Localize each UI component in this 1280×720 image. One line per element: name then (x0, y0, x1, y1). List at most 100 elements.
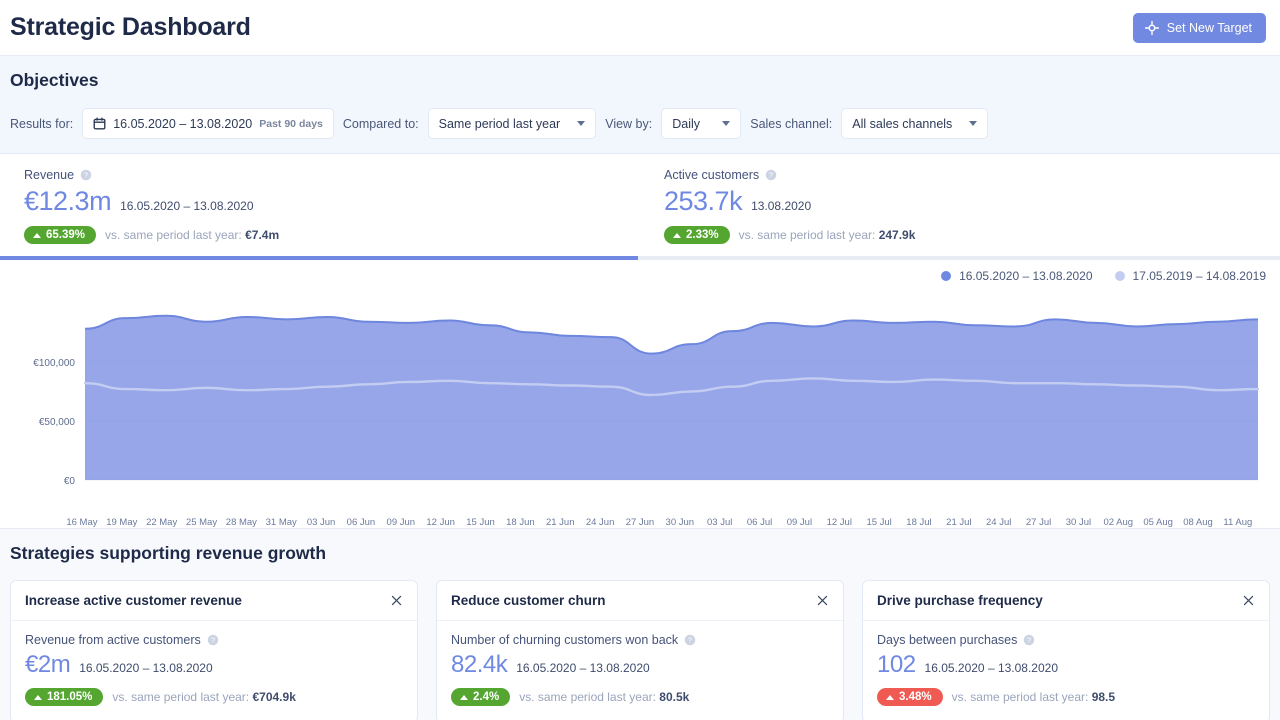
chart-x-axis: 16 May 19 May 22 May 25 May 28 May 31 May 03 J… (0, 515, 1280, 528)
kpi-header: Revenue ? (24, 168, 640, 182)
legend-swatch (1114, 271, 1125, 281)
set-new-target-button[interactable]: Set New Target (1132, 12, 1266, 43)
strategy-card-header: Drive purchase frequency (863, 581, 1269, 621)
kpi-comparison-value: €7.4m (245, 228, 280, 242)
x-axis-tick: 03 Jun (306, 517, 336, 528)
help-icon[interactable]: ? (207, 634, 219, 646)
strategy-card-body: Number of churning customers won back ? … (437, 621, 843, 720)
svg-text:€100,000: €100,000 (33, 358, 75, 369)
metric-comparison-value: 98.5 (1091, 690, 1116, 704)
help-icon[interactable]: ? (684, 634, 696, 646)
strategy-cards: Increase active customer revenue Revenue… (10, 580, 1270, 720)
x-axis-tick: 05 Aug (1143, 517, 1173, 528)
legend-item-current[interactable]: 16.05.2020 – 13.08.2020 (941, 269, 1093, 283)
svg-text:?: ? (84, 172, 88, 180)
chevron-down-icon (722, 121, 731, 126)
x-axis-tick: 11 Aug (1223, 517, 1253, 528)
metric-delta: 2.4% (473, 691, 500, 703)
date-range-picker[interactable]: 16.05.2020 – 13.08.2020 Past 90 days (82, 108, 334, 139)
strategy-card: Drive purchase frequency Days between pu… (862, 580, 1270, 720)
strategy-card-header: Increase active customer revenue (11, 581, 417, 621)
kpi-comparison: 65.39% vs. same period last year: €7.4m (24, 226, 640, 244)
x-axis-tick: 18 Jun (506, 517, 535, 528)
sales-channel-label: Sales channel: (750, 116, 833, 131)
metric-name: Revenue from active customers (25, 633, 201, 647)
metric-value: €2m (25, 651, 71, 678)
kpi-value: €12.3m (24, 186, 112, 216)
legend-swatch (941, 271, 952, 281)
calendar-icon (93, 117, 106, 130)
svg-text:?: ? (769, 172, 773, 180)
kpi-delta: 2.33% (686, 229, 719, 241)
x-axis-tick: 21 Jun (545, 517, 575, 528)
kpi-header: Active customers ? (664, 168, 1280, 182)
x-axis-tick: 22 May (146, 517, 178, 528)
chevron-down-icon (969, 121, 978, 126)
x-axis-tick: 30 Jun (665, 517, 695, 528)
x-axis-tick: 12 Jul (826, 517, 852, 528)
page-title: Strategic Dashboard (10, 13, 251, 41)
metric-comparison-prefix: vs. same period last year: (519, 690, 656, 704)
x-axis-tick: 12 Jun (426, 517, 455, 528)
help-icon[interactable]: ? (1023, 634, 1035, 646)
strategy-card-header: Reduce customer churn (437, 581, 843, 621)
compared-to-value: Same period last year (438, 116, 561, 131)
kpi-value: 253.7k (664, 186, 743, 216)
metric-comparison: 3.48% vs. same period last year: 98.5 (877, 688, 1255, 706)
metric-comparison-prefix: vs. same period last year: (112, 690, 250, 704)
strategies-section: Strategies supporting revenue growth Inc… (0, 528, 1280, 720)
revenue-area-chart: €0 €50,000 €100,000 (0, 283, 1280, 515)
x-axis-tick: 03 Jul (707, 517, 733, 528)
kpi-tabs: Revenue ? €12.3m 16.05.2020 – 13.08.2020… (0, 154, 1280, 256)
top-bar: Strategic Dashboard Set New Target (0, 0, 1280, 56)
x-axis-tick: 08 Aug (1183, 517, 1213, 528)
close-icon[interactable] (816, 594, 829, 607)
compared-to-select[interactable]: Same period last year (427, 108, 597, 139)
x-axis-tick: 09 Jun (386, 517, 416, 528)
metric-range: 16.05.2020 – 13.08.2020 (924, 661, 1059, 675)
status-badge: 3.48% (877, 688, 943, 706)
help-icon[interactable]: ? (80, 169, 92, 181)
kpi-comparison-text: vs. same period last year: €7.4m (105, 228, 279, 242)
x-axis-tick: 06 Jun (346, 517, 376, 528)
x-axis-tick: 06 Jul (746, 517, 773, 528)
status-badge: 2.4% (451, 688, 511, 706)
kpi-comparison-prefix: vs. same period last year: (105, 228, 242, 242)
metric-delta: 181.05% (47, 691, 93, 703)
legend-item-previous[interactable]: 17.05.2019 – 14.08.2019 (1114, 269, 1266, 283)
kpi-tab-revenue[interactable]: Revenue ? €12.3m 16.05.2020 – 13.08.2020… (0, 154, 640, 256)
x-axis-tick: 24 Jul (986, 517, 1012, 528)
x-axis-tick: 28 May (225, 517, 257, 528)
results-for-label: Results for: (10, 116, 74, 131)
strategy-card-body: Revenue from active customers ? €2m 16.0… (11, 621, 417, 720)
metric-comparison-text: vs. same period last year: €704.9k (112, 690, 295, 704)
close-icon[interactable] (1242, 594, 1255, 607)
x-axis-tick: 30 Jul (1065, 517, 1092, 528)
metric-value-row: 102 16.05.2020 – 13.08.2020 (877, 651, 1255, 679)
sales-channel-select[interactable]: All sales channels (841, 108, 989, 139)
target-icon (1144, 20, 1159, 35)
view-by-select[interactable]: Daily (661, 108, 742, 139)
strategy-card-body: Days between purchases ? 102 16.05.2020 … (863, 621, 1269, 720)
strategies-title: Strategies supporting revenue growth (10, 543, 327, 563)
kpi-comparison-prefix: vs. same period last year: (738, 228, 876, 242)
metric-value: 82.4k (451, 651, 508, 678)
help-icon[interactable]: ? (765, 169, 777, 181)
compared-to-label: Compared to: (342, 116, 419, 131)
x-axis-tick: 21 Jul (946, 517, 972, 528)
kpi-comparison: 2.33% vs. same period last year: 247.9k (664, 226, 1280, 244)
status-badge: 65.39% (24, 226, 97, 244)
arrow-up-icon (673, 232, 681, 238)
kpi-comparison-value: 247.9k (878, 228, 916, 242)
metric-range: 16.05.2020 – 13.08.2020 (516, 661, 650, 675)
arrow-up-icon (886, 694, 894, 700)
arrow-up-icon (460, 694, 468, 700)
arrow-up-icon (34, 694, 42, 700)
kpi-range: 13.08.2020 (751, 199, 812, 213)
metric-header: Days between purchases ? (877, 633, 1255, 647)
metric-comparison-prefix: vs. same period last year: (951, 690, 1089, 704)
x-axis-tick: 31 May (265, 517, 297, 528)
x-axis-tick: 02 Aug (1103, 517, 1134, 528)
kpi-tab-active-customers[interactable]: Active customers ? 253.7k 13.08.2020 2.3… (640, 154, 1280, 256)
close-icon[interactable] (390, 594, 403, 607)
